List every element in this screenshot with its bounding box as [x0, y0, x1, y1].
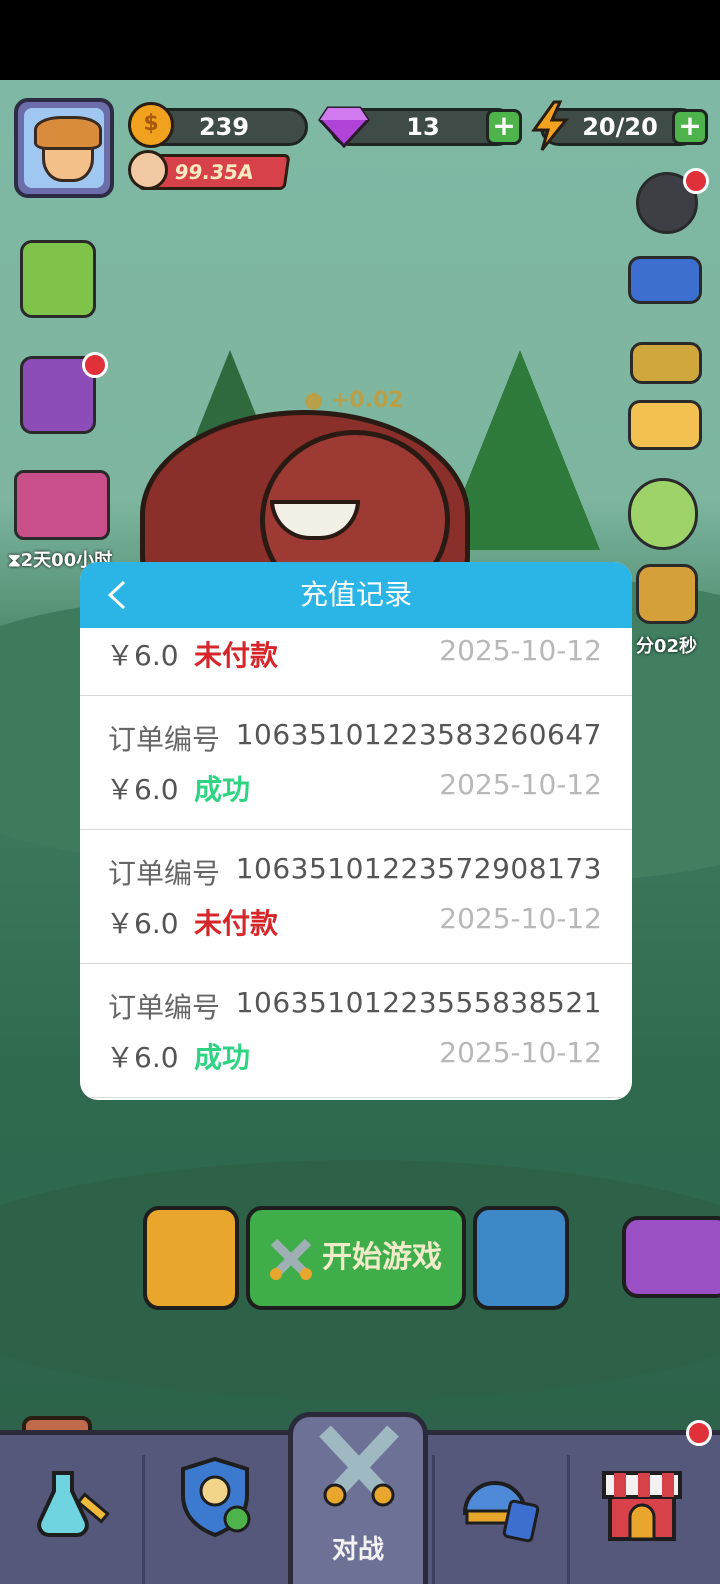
order-status: 成功	[194, 1041, 251, 1074]
order-number-label: 订单编号	[108, 857, 221, 890]
power-value: 99.35A	[172, 160, 256, 184]
record-row[interactable]: 订单编号 10635101223555838521 ￥6.0 成功 2025-10-12	[80, 964, 632, 1098]
record-row[interactable]: 订单编号 10635101223583260647 ￥6.0 成功 2025-10-12	[80, 696, 632, 830]
add-energy-button[interactable]: +	[672, 109, 708, 145]
leaderboard-podium-icon[interactable]	[630, 342, 702, 384]
back-arrow-icon[interactable]	[102, 578, 136, 612]
order-number-label: 订单编号	[108, 723, 221, 756]
order-status: 未付款	[194, 639, 279, 672]
player-avatar[interactable]	[14, 98, 114, 198]
record-row[interactable]: 订单编号 10635101223572908173 ￥6.0 未付款 2025-10-1…	[80, 830, 632, 964]
gem-icon	[318, 104, 370, 149]
record-row[interactable]: ￥6.0 未付款 2025-10-12	[80, 628, 632, 696]
skull-challenge-button[interactable]	[143, 1206, 239, 1310]
start-game-label: 开始游戏	[322, 1240, 442, 1275]
nav-item-lab[interactable]	[0, 1435, 142, 1584]
nav-battle-label: 对战	[331, 1535, 384, 1565]
coin-icon: $	[128, 102, 174, 148]
coin-count: 239	[198, 113, 250, 141]
nav-item-guild[interactable]	[145, 1435, 285, 1584]
dialog-header: 充值记录	[80, 562, 632, 628]
backpack-button[interactable]	[622, 1216, 720, 1298]
key-ticket-icon[interactable]	[628, 400, 702, 450]
fist-icon	[128, 150, 168, 190]
add-gems-button[interactable]: +	[486, 109, 522, 145]
avatar-background	[24, 108, 104, 188]
order-amount: ￥6.0	[106, 773, 179, 806]
shop-stall-icon	[600, 1463, 684, 1547]
nav-item-battle[interactable]: 对战	[288, 1412, 428, 1584]
cash-register-icon[interactable]	[14, 470, 110, 540]
notification-dot	[82, 352, 108, 378]
crossed-swords-icon	[311, 1421, 407, 1517]
order-date: 2025-10-12	[439, 902, 602, 935]
lightning-icon	[528, 100, 572, 152]
notification-dot	[683, 168, 709, 194]
order-amount: ￥6.0	[106, 907, 179, 940]
order-number-label: 订单编号	[108, 991, 221, 1024]
order-number-value: 10635101223572908173	[235, 852, 602, 885]
trophy-countdown: 分02秒	[636, 636, 698, 657]
helmet-cards-icon	[457, 1463, 541, 1547]
nav-item-heroes[interactable]	[435, 1435, 567, 1584]
avatar-hair	[34, 116, 102, 150]
float-reward: ● +0.02	[304, 388, 404, 413]
start-game-button[interactable]: 开始游戏	[246, 1206, 466, 1310]
nav-item-shop[interactable]	[570, 1435, 720, 1584]
order-date: 2025-10-12	[439, 768, 602, 801]
gem-count: 13	[406, 113, 440, 141]
float-reward-text: +0.02	[330, 388, 404, 413]
order-number-value: 10635101223555838521	[235, 986, 602, 1019]
order-amount: ￥6.0	[106, 1041, 179, 1074]
dialog-title: 充值记录	[299, 578, 412, 611]
notification-dot	[686, 1420, 712, 1446]
status-bar	[0, 0, 720, 80]
record-list-inner: ￥6.0 未付款 2025-10-12 订单编号 1063510122358326064…	[80, 628, 632, 1098]
crossed-swords-icon	[266, 1234, 316, 1284]
order-number-value: 10635101223583260647	[235, 718, 602, 751]
order-status: 成功	[194, 773, 251, 806]
energy-count: 20/20	[582, 113, 658, 141]
recharge-history-dialog: 充值记录 ￥6.0 未付款 2025-10-12 订单编号 10635101223583…	[80, 562, 632, 1100]
order-date: 2025-10-12	[439, 634, 602, 667]
cave-portal-button[interactable]	[473, 1206, 569, 1310]
record-list[interactable]: ￥6.0 未付款 2025-10-12 订单编号 1063510122358326064…	[80, 628, 632, 1100]
trophy-icon[interactable]	[636, 564, 698, 624]
order-status: 未付款	[194, 907, 279, 940]
green-chest-icon[interactable]	[20, 240, 96, 318]
shield-info-icon	[173, 1455, 257, 1539]
mailbox-icon[interactable]	[628, 256, 702, 304]
gift-bag-icon[interactable]	[628, 478, 698, 550]
order-date: 2025-10-12	[439, 1036, 602, 1069]
potion-tools-icon	[32, 1463, 116, 1547]
order-amount: ￥6.0	[106, 639, 179, 672]
